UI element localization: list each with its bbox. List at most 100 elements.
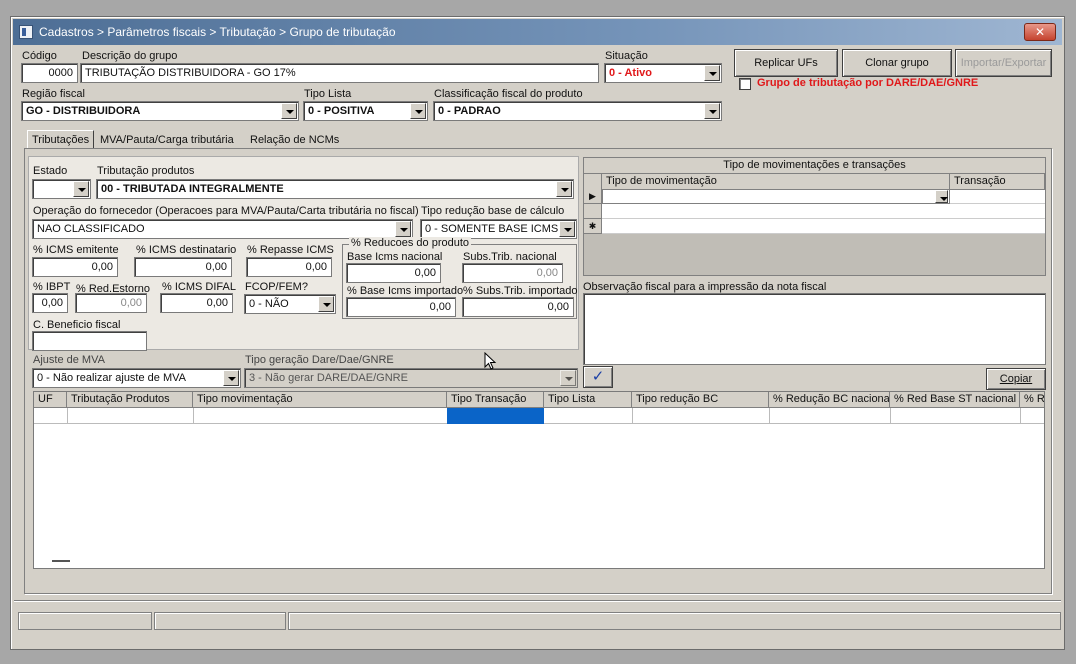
- trib-produtos-select[interactable]: 00 - TRIBUTADA INTEGRALMENTE: [96, 179, 574, 199]
- chevron-down-icon[interactable]: [556, 181, 572, 197]
- selected-cell[interactable]: [447, 408, 544, 424]
- chevron-down-icon[interactable]: [559, 221, 575, 237]
- close-button[interactable]: ✕: [1024, 23, 1056, 41]
- cell-divider: [890, 408, 891, 424]
- importar-exportar-button[interactable]: Importar/Exportar: [955, 49, 1052, 77]
- separator: [14, 600, 1061, 602]
- estado-select[interactable]: [32, 179, 91, 199]
- subs-importado-field[interactable]: 0,00: [462, 297, 574, 317]
- tipo-geracao-select[interactable]: 3 - Não gerar DARE/DAE/GNRE: [244, 368, 578, 388]
- check-icon: ✓: [591, 368, 605, 385]
- chevron-down-icon[interactable]: [281, 103, 297, 119]
- operacao-label: Operação do fornecedor (Operacoes para M…: [33, 205, 419, 217]
- situacao-select[interactable]: 0 - Ativo: [604, 63, 722, 83]
- cell-divider: [632, 408, 633, 424]
- beneficio-field[interactable]: [32, 331, 147, 351]
- descricao-field[interactable]: TRIBUTAÇÃO DISTRIBUIDORA - GO 17%: [80, 63, 599, 83]
- col-transacao[interactable]: Transação: [950, 174, 1045, 190]
- copiar-button[interactable]: Copiar: [986, 368, 1046, 390]
- icms-emitente-label: % ICMS emitente: [33, 244, 119, 256]
- chevron-down-icon[interactable]: [704, 103, 720, 119]
- clonar-grupo-button[interactable]: Clonar grupo: [842, 49, 952, 77]
- trib-produtos-value: 00 - TRIBUTADA INTEGRALMENTE: [101, 183, 284, 195]
- chevron-down-icon[interactable]: [73, 181, 89, 197]
- tipo-lista-select[interactable]: 0 - POSITIVA: [303, 101, 428, 121]
- chevron-down-icon[interactable]: [935, 190, 948, 203]
- codigo-field[interactable]: 0000: [21, 63, 78, 83]
- tab-tributacoes[interactable]: Tributações: [27, 130, 95, 149]
- movimentacoes-grid: Tipo de movimentações e transações Tipo …: [583, 157, 1046, 276]
- replicar-ufs-button[interactable]: Replicar UFs: [734, 49, 838, 77]
- repasse-field[interactable]: 0,00: [246, 257, 332, 277]
- tipo-geracao-value: 3 - Não gerar DARE/DAE/GNRE: [249, 372, 408, 384]
- tipo-lista-label: Tipo Lista: [304, 88, 352, 100]
- tributacao-grid[interactable]: UF Tributação Produtos Tipo movimentação…: [33, 391, 1045, 569]
- icms-emitente-field[interactable]: 0,00: [32, 257, 118, 277]
- confirm-button[interactable]: ✓: [583, 366, 613, 388]
- observacao-textarea[interactable]: [583, 293, 1046, 365]
- icms-difal-field[interactable]: 0,00: [160, 293, 233, 313]
- transacao-cell[interactable]: [950, 189, 1045, 204]
- row-header: [584, 204, 602, 219]
- regiao-label: Região fiscal: [22, 88, 85, 100]
- chevron-down-icon[interactable]: [410, 103, 426, 119]
- col-re-truncated[interactable]: % Re: [1020, 392, 1044, 408]
- codigo-label: Código: [22, 50, 57, 62]
- movimentacoes-title: Tipo de movimentações e transações: [584, 158, 1045, 174]
- tab-relacao-ncms[interactable]: Relação de NCMs: [246, 131, 343, 149]
- classificacao-select[interactable]: 0 - PADRAO: [433, 101, 722, 121]
- col-tipo-lista[interactable]: Tipo Lista: [544, 392, 632, 408]
- base-importado-label: % Base Icms importado: [347, 285, 464, 297]
- ajuste-label: Ajuste de MVA: [33, 354, 105, 366]
- cell-divider: [67, 408, 68, 424]
- icms-dest-field[interactable]: 0,00: [134, 257, 232, 277]
- icms-difal-label: % ICMS DIFAL: [162, 281, 236, 293]
- tab-mva-pauta[interactable]: MVA/Pauta/Carga tributária: [96, 131, 238, 149]
- dare-checkbox[interactable]: [739, 78, 751, 90]
- col-tipo-movimentacao[interactable]: Tipo movimentação: [193, 392, 447, 408]
- cell-divider: [1020, 408, 1021, 424]
- movimentacao-select[interactable]: [602, 189, 950, 204]
- title-bar: Cadastros > Parâmetros fiscais > Tributa…: [13, 19, 1062, 45]
- chevron-down-icon[interactable]: [704, 65, 720, 81]
- beneficio-label: C. Beneficio fiscal: [33, 319, 121, 331]
- chevron-down-icon[interactable]: [318, 296, 334, 312]
- subs-importado-label: % Subs.Trib. importado: [463, 285, 578, 297]
- scroll-indicator: [52, 560, 70, 562]
- base-nacional-field[interactable]: 0,00: [346, 263, 441, 283]
- tipo-reducao-value: 0 - SOMENTE BASE ICMS: [425, 223, 559, 235]
- estado-label: Estado: [33, 165, 68, 177]
- base-nacional-label: Base Icms nacional: [347, 251, 443, 263]
- col-tipo-reducao-bc[interactable]: Tipo redução BC: [632, 392, 769, 408]
- trib-produtos-label: Tributação produtos: [97, 165, 195, 177]
- chevron-down-icon[interactable]: [223, 370, 239, 386]
- regiao-select[interactable]: GO - DISTRIBUIDORA: [21, 101, 299, 121]
- base-importado-field[interactable]: 0,00: [346, 297, 456, 317]
- chevron-down-icon[interactable]: [395, 221, 411, 237]
- subs-nacional-field[interactable]: 0,00: [462, 263, 563, 283]
- status-panel-1: [18, 612, 152, 630]
- icms-dest-label: % ICMS destinatario: [136, 244, 237, 256]
- current-row-indicator-icon: ▶: [584, 189, 602, 204]
- dare-checkbox-label: Grupo de tributação por DARE/DAE/GNRE: [757, 77, 979, 89]
- mouse-cursor-icon: [484, 352, 497, 370]
- tipo-reducao-select[interactable]: 0 - SOMENTE BASE ICMS: [420, 219, 577, 239]
- fcop-select[interactable]: 0 - NÃO: [244, 294, 336, 314]
- col-red-base-st-nacional[interactable]: % Red Base ST nacional: [890, 392, 1020, 408]
- col-tipo-movimentacao[interactable]: Tipo de movimentação: [602, 174, 950, 190]
- col-tributacao-produtos[interactable]: Tributação Produtos: [67, 392, 193, 408]
- classificacao-value: 0 - PADRAO: [438, 105, 501, 117]
- ajuste-select[interactable]: 0 - Não realizar ajuste de MVA: [32, 368, 241, 388]
- col-tipo-transacao[interactable]: Tipo Transação: [447, 392, 544, 408]
- new-row[interactable]: [602, 219, 1045, 234]
- fcop-label: FCOP/FEM?: [245, 281, 308, 293]
- chevron-down-icon[interactable]: [560, 370, 576, 386]
- col-uf[interactable]: UF: [34, 392, 67, 408]
- situacao-value: 0 - Ativo: [609, 67, 652, 79]
- operacao-select[interactable]: NAO CLASSIFICADO: [32, 219, 413, 239]
- grid-row[interactable]: [602, 204, 1045, 219]
- red-estorno-field[interactable]: 0,00: [75, 293, 147, 313]
- ibpt-field[interactable]: 0,00: [32, 293, 68, 313]
- col-reducao-bc-nacional[interactable]: % Redução BC nacional: [769, 392, 890, 408]
- subs-nacional-label: Subs.Trib. nacional: [463, 251, 557, 263]
